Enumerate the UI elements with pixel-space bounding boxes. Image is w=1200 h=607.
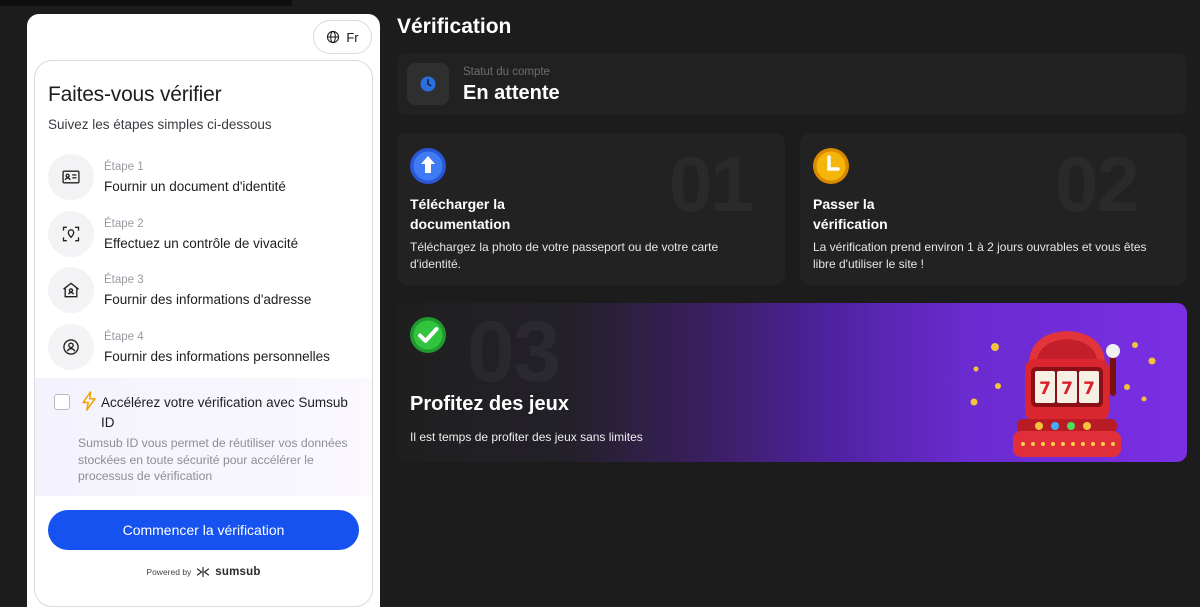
globe-icon — [327, 30, 340, 44]
step-number: Étape 2 — [104, 217, 144, 230]
step-number: Étape 4 — [104, 330, 144, 343]
card-title-line: vérification — [813, 216, 888, 232]
svg-text:7: 7 — [1061, 379, 1073, 399]
sumsub-brand: sumsub — [215, 566, 261, 578]
top-strip — [0, 0, 292, 6]
check-icon — [410, 317, 446, 353]
card-title-line: documentation — [410, 216, 511, 232]
clock-icon — [813, 148, 849, 184]
widget-title: Faites-vous vérifier — [48, 83, 222, 106]
sumsub-id-speedup: Accélérez votre vérification avec Sumsub… — [35, 378, 372, 496]
sumsub-logo-icon — [197, 566, 210, 578]
svg-text:7: 7 — [1039, 379, 1051, 399]
status-value: En attente — [463, 82, 560, 104]
step-number: Étape 1 — [104, 160, 144, 173]
page-title: Vérification — [397, 15, 512, 38]
step-liveness-check: Étape 2 Effectuez un contrôle de vivacit… — [48, 210, 368, 258]
card-desc-line: Téléchargez la photo de votre passeport … — [410, 240, 719, 254]
card-number: 02 — [1055, 140, 1140, 228]
speedup-title: Accélérez votre vérification avec Sumsub… — [101, 395, 348, 430]
card-number: 01 — [669, 140, 754, 228]
steps-card: Faites-vous vérifier Suivez les étapes s… — [34, 60, 373, 607]
account-status-card: Statut du compte En attente — [397, 53, 1187, 115]
card-desc-line: libre d'utiliser le site ! — [813, 257, 924, 271]
pass-verification-card: 02 Passer la vérification La vérificatio… — [800, 133, 1187, 285]
step-label: Fournir un document d'identité — [104, 178, 286, 194]
card-description: La vérification prend environ 1 à 2 jour… — [813, 239, 1147, 273]
slot-machine-icon: 7 7 7 — [970, 331, 1156, 457]
step-personal-info: Étape 4 Fournir des informations personn… — [48, 323, 368, 371]
step-label: Fournir des informations d'adresse — [104, 291, 312, 307]
step-identity-document: Étape 1 Fournir un document d'identité — [48, 153, 368, 201]
card-title-line: Télécharger la — [410, 196, 505, 212]
language-label: Fr — [346, 29, 359, 45]
clock-status-icon — [407, 63, 449, 105]
step-label: Fournir des informations personnelles — [104, 348, 330, 364]
step-label: Effectuez un contrôle de vivacité — [104, 235, 299, 251]
face-scan-icon — [48, 211, 94, 257]
status-label: Statut du compte — [463, 66, 550, 78]
widget-subtitle: Suivez les étapes simples ci-dessous — [48, 117, 272, 132]
home-address-icon — [48, 267, 94, 313]
card-title: Télécharger la documentation — [410, 194, 510, 234]
user-circle-icon — [48, 324, 94, 370]
card-description: Téléchargez la photo de votre passeport … — [410, 239, 718, 273]
sumsub-id-checkbox[interactable] — [54, 394, 70, 410]
card-number: 03 — [467, 303, 561, 402]
id-card-icon — [48, 154, 94, 200]
promo-title: Profitez des jeux — [410, 393, 569, 415]
verification-widget: Fr Faites-vous vérifier Suivez les étape… — [27, 14, 380, 607]
enjoy-games-banner: 03 Profitez des jeux Il est temps de pro… — [397, 303, 1187, 462]
card-title: Passer la vérification — [813, 194, 888, 234]
powered-by[interactable]: Powered by sumsub — [35, 566, 372, 578]
step-number: Étape 3 — [104, 273, 144, 286]
card-title-line: Passer la — [813, 196, 875, 212]
lightning-icon — [82, 391, 96, 411]
language-selector[interactable]: Fr — [313, 20, 372, 54]
speedup-description: Sumsub ID vous permet de réutiliser vos … — [78, 436, 348, 483]
step-address-info: Étape 3 Fournir des informations d'adres… — [48, 266, 368, 314]
svg-text:7: 7 — [1083, 379, 1095, 399]
promo-description: Il est temps de profiter des jeux sans l… — [410, 430, 643, 444]
card-desc-line: La vérification prend environ 1 à 2 jour… — [813, 240, 1147, 254]
upload-documentation-card: 01 Télécharger la documentation Téléchar… — [397, 133, 785, 285]
upload-arrow-icon — [410, 148, 446, 184]
card-desc-line: d'identité. — [410, 257, 461, 271]
start-verification-button[interactable]: Commencer la vérification — [48, 510, 359, 550]
powered-by-label: Powered by — [146, 567, 192, 577]
